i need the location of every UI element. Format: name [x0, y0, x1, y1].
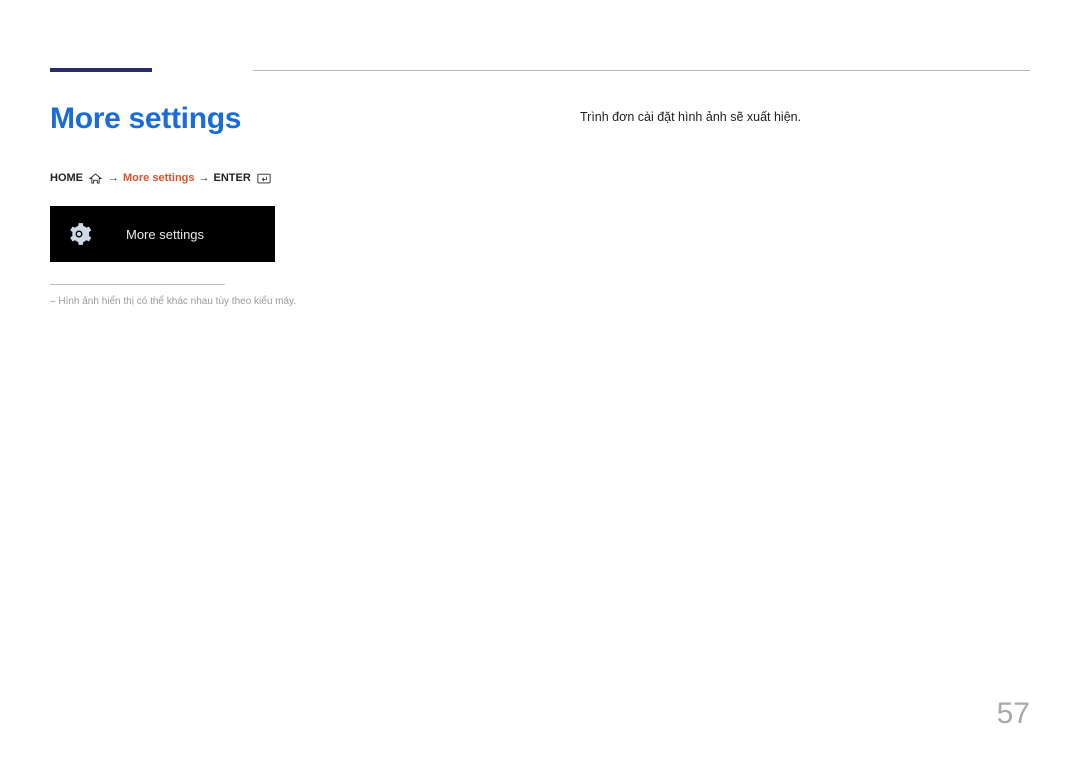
gear-icon [64, 219, 94, 249]
more-settings-panel: More settings [50, 206, 275, 262]
breadcrumb-arrow-2: → [199, 172, 210, 184]
breadcrumb-more-settings: More settings [123, 172, 195, 184]
top-divider [253, 70, 1030, 71]
accent-bar [50, 68, 152, 72]
page-title: More settings [50, 102, 400, 136]
breadcrumb-home: HOME [50, 172, 83, 184]
description-text: Trình đơn cài đặt hình ảnh sẽ xuất hiện. [580, 110, 1030, 124]
footnote-text: Hình ảnh hiển thị có thể khác nhau tùy t… [58, 296, 296, 307]
page-number: 57 [997, 697, 1030, 731]
footnote-dash: – [50, 296, 56, 307]
breadcrumb-arrow-1: → [108, 172, 119, 184]
footnote: – Hình ảnh hiển thị có thể khác nhau tùy… [50, 295, 400, 309]
panel-label: More settings [126, 227, 204, 242]
home-icon [89, 173, 102, 184]
breadcrumb: HOME → More settings → ENTER [50, 172, 400, 184]
breadcrumb-enter: ENTER [214, 172, 251, 184]
footnote-divider [50, 284, 225, 285]
enter-icon [257, 173, 271, 184]
